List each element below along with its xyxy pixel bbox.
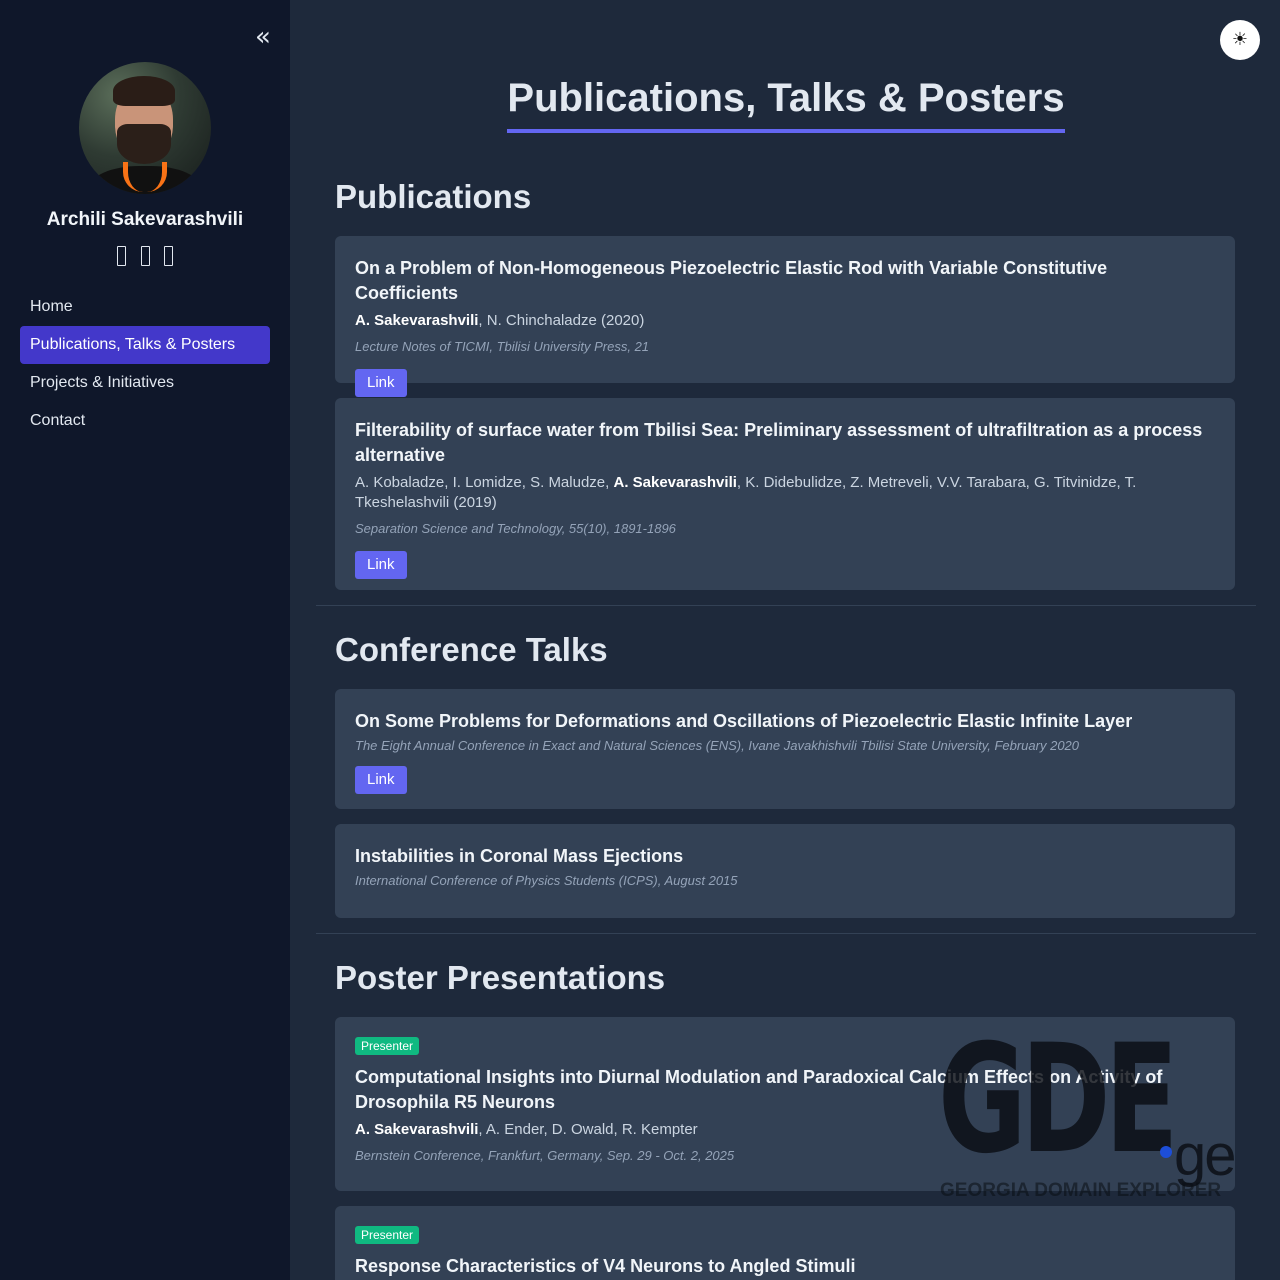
social-icon-2[interactable]	[140, 246, 150, 266]
page-title: Publications, Talks & Posters	[507, 75, 1065, 133]
talk-venue: International Conference of Physics Stud…	[355, 873, 738, 888]
section-divider	[316, 933, 1256, 934]
talk-title: On Some Problems for Deformations and Os…	[355, 711, 1133, 731]
publication-link-button[interactable]: Link	[355, 551, 407, 579]
social-icon-3[interactable]	[163, 246, 173, 266]
nav-item-contact[interactable]: Contact	[20, 402, 270, 440]
talk-card: On Some Problems for Deformations and Os…	[335, 689, 1235, 809]
poster-authors: A. Sakevarashvili, A. Ender, D. Owald, R…	[355, 1121, 698, 1138]
publication-venue: Lecture Notes of TICMI, Tbilisi Universi…	[355, 339, 650, 354]
sidebar: « Archili Sakevarashvili Home Publicatio…	[0, 0, 290, 1280]
section-title-publications: Publications	[335, 178, 532, 215]
sidebar-nav: Home Publications, Talks & Posters Proje…	[20, 288, 270, 440]
poster-venue: Bernstein Conference, Frankfurt, Germany…	[355, 1148, 735, 1163]
publication-link-button[interactable]: Link	[355, 369, 407, 397]
section-divider	[316, 605, 1256, 606]
talk-venue: The Eight Annual Conference in Exact and…	[355, 738, 1080, 753]
publication-authors: A. Kobaladze, I. Lomidze, S. Maludze, A.…	[355, 474, 1137, 511]
presenter-badge: Presenter	[355, 1037, 420, 1055]
section-title-talks: Conference Talks	[335, 631, 608, 668]
talk-title: Instabilities in Coronal Mass Ejections	[355, 846, 684, 866]
publication-title: Filterability of surface water from Tbil…	[355, 420, 1203, 465]
section-title-posters: Poster Presentations	[335, 959, 666, 996]
nav-item-projects[interactable]: Projects & Initiatives	[20, 364, 270, 402]
poster-title: Response Characteristics of V4 Neurons t…	[355, 1256, 856, 1276]
publication-title: On a Problem of Non-Homogeneous Piezoele…	[355, 258, 1108, 303]
social-icon-1[interactable]	[117, 246, 127, 266]
avatar	[79, 62, 211, 194]
social-links	[0, 246, 290, 266]
poster-card: Presenter Response Characteristics of V4…	[335, 1206, 1235, 1280]
publication-venue: Separation Science and Technology, 55(10…	[355, 521, 676, 536]
poster-card: Presenter Computational Insights into Di…	[335, 1017, 1235, 1191]
publication-authors: A. Sakevarashvili, N. Chinchaladze (2020…	[355, 312, 645, 329]
publication-card: Filterability of surface water from Tbil…	[335, 398, 1235, 590]
theme-toggle-sun-icon[interactable]: ☀	[1220, 20, 1260, 60]
nav-item-home[interactable]: Home	[20, 288, 270, 326]
presenter-badge: Presenter	[355, 1226, 420, 1244]
collapse-sidebar-icon[interactable]: «	[250, 22, 276, 52]
nav-item-publications[interactable]: Publications, Talks & Posters	[20, 326, 270, 364]
publication-card: On a Problem of Non-Homogeneous Piezoele…	[335, 236, 1235, 397]
talk-link-button[interactable]: Link	[355, 766, 407, 794]
profile-name: Archili Sakevarashvili	[46, 209, 244, 230]
talk-card: Instabilities in Coronal Mass Ejections …	[335, 824, 1235, 918]
poster-title: Computational Insights into Diurnal Modu…	[355, 1067, 1163, 1112]
